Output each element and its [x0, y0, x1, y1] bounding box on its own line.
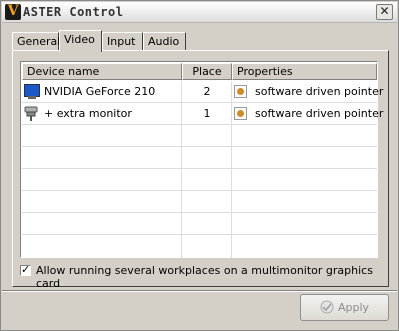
device-place: 2: [203, 85, 211, 98]
footer-separator: [2, 290, 397, 292]
multi-workplace-checkbox[interactable]: ✓: [20, 263, 31, 276]
multi-workplace-label[interactable]: Allow running several workplaces on a mu…: [36, 264, 398, 290]
column-properties[interactable]: Properties: [232, 63, 377, 80]
plug-icon: [24, 106, 38, 121]
grid-line: [22, 234, 377, 235]
properties-icon: [234, 107, 247, 120]
grid-line: [22, 190, 377, 191]
checkmark-icon: ✓: [21, 263, 31, 276]
apply-label: Apply: [338, 301, 370, 314]
device-place: 1: [203, 107, 211, 120]
tab-audio[interactable]: Audio: [143, 32, 186, 50]
aster-logo-icon: V: [5, 3, 21, 20]
grid-line: [22, 168, 377, 169]
tab-general[interactable]: General: [12, 32, 61, 50]
properties-icon: [234, 85, 247, 98]
close-button[interactable]: ✕: [376, 4, 393, 20]
device-list-header: Device name Place Properties: [22, 63, 377, 80]
aster-control-window: V ASTER Control ✕ General Video Input Au…: [0, 0, 399, 331]
device-row-nvidia[interactable]: NVIDIA GeForce 210 2 software driven poi…: [22, 81, 383, 103]
device-properties: software driven pointer: [255, 107, 384, 120]
apply-icon: [320, 300, 334, 314]
device-list[interactable]: Device name Place Properties NVIDIA GeFo…: [20, 61, 383, 258]
device-row-extra-monitor[interactable]: + extra monitor 1 software driven pointe…: [22, 103, 383, 125]
apply-button[interactable]: Apply: [300, 294, 389, 321]
tab-general-label: General: [17, 35, 61, 48]
tab-video-label: Video: [64, 33, 95, 46]
device-properties: software driven pointer: [255, 85, 384, 98]
grid-line: [22, 146, 377, 147]
column-device-name[interactable]: Device name: [22, 63, 182, 80]
column-place[interactable]: Place: [182, 63, 232, 80]
tab-input-label: Input: [107, 35, 136, 48]
grid-line: [22, 212, 377, 213]
device-name: NVIDIA GeForce 210: [44, 85, 156, 98]
tab-input[interactable]: Input: [102, 32, 143, 50]
monitor-icon: [24, 84, 40, 99]
logo-letter: V: [7, 3, 19, 19]
device-name: + extra monitor: [44, 107, 132, 120]
close-icon: ✕: [379, 4, 390, 18]
tab-video[interactable]: Video: [59, 30, 102, 52]
tab-audio-label: Audio: [148, 35, 180, 48]
window-title: ASTER Control: [23, 5, 124, 19]
title-bar[interactable]: V ASTER Control ✕: [2, 2, 397, 23]
